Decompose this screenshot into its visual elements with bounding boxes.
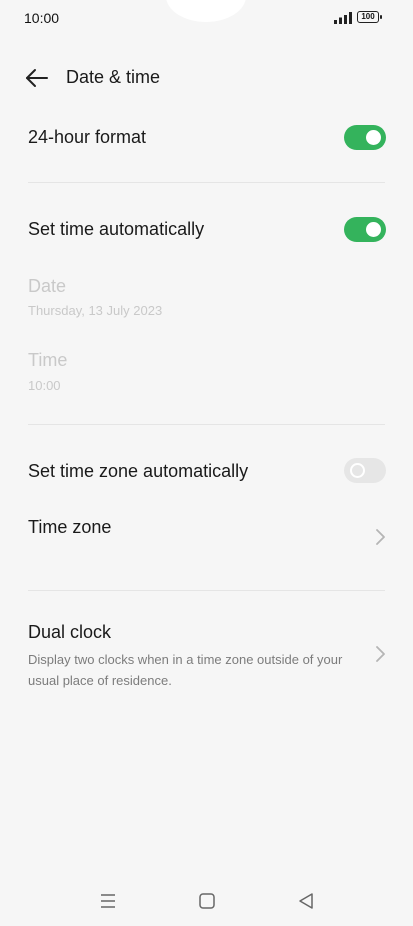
camera-notch (166, 0, 246, 22)
setting-label: Set time zone automatically (28, 461, 249, 481)
setting-label: Time (28, 350, 68, 370)
divider (28, 590, 385, 591)
status-bar: 10:00 100 (0, 0, 413, 36)
nav-back-button[interactable] (294, 890, 318, 912)
hour-format-toggle[interactable] (344, 125, 386, 150)
signal-icon (334, 12, 352, 24)
setting-label: Time zone (28, 517, 112, 537)
status-time: 10:00 (24, 10, 60, 26)
back-button[interactable] (20, 64, 52, 92)
setting-label: 24-hour format (28, 127, 147, 147)
app-header: Date & time (0, 58, 413, 98)
setting-label: Date (28, 276, 67, 296)
toggle-knob (366, 222, 381, 237)
toggle-knob (350, 463, 365, 478)
battery-icon: 100 (357, 11, 382, 23)
setting-time-zone[interactable]: Time zone (0, 504, 413, 574)
setting-time: Time 10:00 (0, 342, 413, 402)
setting-set-time-automatically[interactable]: Set time automatically (0, 204, 413, 256)
chevron-right-icon (376, 529, 385, 545)
navigation-bar (0, 880, 413, 920)
toggle-knob (366, 130, 381, 145)
back-icon (299, 893, 313, 909)
setting-description: Display two clocks when in a time zone o… (28, 652, 343, 688)
time-value: 10:00 (28, 378, 61, 393)
setting-set-time-zone-automatically[interactable]: Set time zone automatically (0, 446, 413, 498)
divider (28, 424, 385, 425)
divider (28, 182, 385, 183)
home-icon (199, 893, 215, 909)
chevron-right-icon (376, 646, 385, 662)
date-value: Thursday, 13 July 2023 (28, 303, 163, 318)
setting-24-hour-format[interactable]: 24-hour format (0, 112, 413, 164)
home-button[interactable] (195, 890, 219, 912)
setting-dual-clock[interactable]: Dual clock Display two clocks when in a … (0, 612, 413, 692)
recent-apps-button[interactable] (96, 890, 120, 912)
set-time-auto-toggle[interactable] (344, 217, 386, 242)
setting-label: Dual clock (28, 622, 112, 642)
set-zone-auto-toggle[interactable] (344, 458, 386, 483)
setting-label: Set time automatically (28, 219, 205, 239)
menu-icon (101, 894, 115, 908)
setting-date: Date Thursday, 13 July 2023 (0, 268, 413, 328)
back-arrow-icon (26, 69, 48, 87)
page-title: Date & time (66, 67, 161, 87)
